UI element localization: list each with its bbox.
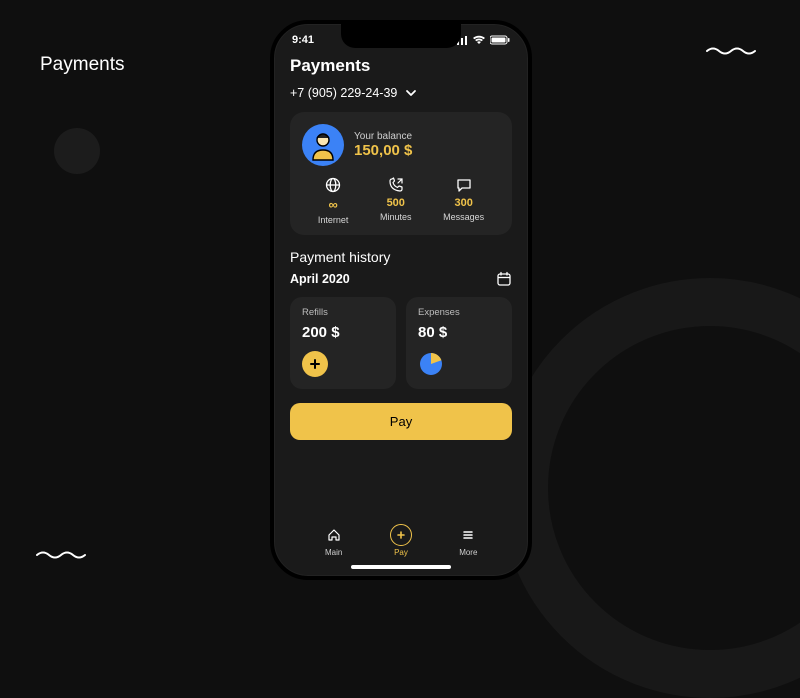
- usage-minutes-label: Minutes: [380, 212, 412, 222]
- pie-chart-icon: [418, 351, 444, 377]
- home-indicator: [351, 565, 451, 569]
- chevron-down-icon: [405, 89, 417, 97]
- tab-more-label: More: [459, 548, 477, 557]
- plus-icon: [302, 351, 328, 377]
- decor-circle: [54, 128, 100, 174]
- chat-icon: [456, 177, 472, 193]
- usage-messages-value: 300: [454, 197, 472, 209]
- home-icon: [327, 528, 341, 542]
- usage-internet-label: Internet: [318, 215, 349, 225]
- decor-squiggle-icon: [36, 550, 88, 560]
- calendar-icon[interactable]: [496, 271, 512, 287]
- tab-main[interactable]: Main: [323, 524, 345, 557]
- decor-squiggle-icon: [706, 46, 758, 56]
- screen-title: Payments: [290, 56, 512, 76]
- avatar: [302, 124, 344, 166]
- plus-circle-icon: [395, 529, 407, 541]
- refills-value: 200 $: [302, 324, 384, 341]
- phone-number-selector[interactable]: +7 (905) 229-24-39: [290, 86, 512, 100]
- wifi-icon: [472, 35, 486, 45]
- tab-main-label: Main: [325, 548, 342, 557]
- phone-out-icon: [388, 177, 404, 193]
- usage-messages: 300 Messages: [443, 176, 484, 225]
- usage-minutes-value: 500: [387, 197, 405, 209]
- phone-frame: 9:41 Payments +7 (905) 229-24-39 Your ba…: [270, 20, 532, 580]
- balance-card: Your balance 150,00 $ ∞ Internet 500 Min…: [290, 112, 512, 235]
- usage-internet: ∞ Internet: [318, 176, 349, 225]
- menu-icon: [461, 528, 475, 542]
- history-title: Payment history: [290, 249, 512, 265]
- usage-internet-value: ∞: [328, 197, 337, 212]
- tab-pay-label: Pay: [394, 548, 408, 557]
- status-time: 9:41: [292, 34, 314, 46]
- battery-icon: [490, 35, 510, 45]
- refills-label: Refills: [302, 307, 384, 318]
- usage-messages-label: Messages: [443, 212, 484, 222]
- phone-number: +7 (905) 229-24-39: [290, 86, 397, 100]
- globe-icon: [325, 177, 341, 193]
- expenses-label: Expenses: [418, 307, 500, 318]
- pay-button[interactable]: Pay: [290, 403, 512, 440]
- expenses-card[interactable]: Expenses 80 $: [406, 297, 512, 389]
- page-title: Payments: [40, 54, 124, 76]
- refills-card[interactable]: Refills 200 $: [290, 297, 396, 389]
- expenses-value: 80 $: [418, 324, 500, 341]
- history-month: April 2020: [290, 272, 350, 286]
- usage-minutes: 500 Minutes: [380, 176, 412, 225]
- tab-bar: Main Pay More: [274, 514, 528, 561]
- tab-pay[interactable]: Pay: [390, 524, 412, 557]
- tab-more[interactable]: More: [457, 524, 479, 557]
- decor-ring: [500, 278, 800, 698]
- avatar-icon: [306, 128, 340, 162]
- phone-notch: [341, 24, 461, 48]
- balance-label: Your balance: [354, 131, 412, 142]
- balance-amount: 150,00 $: [354, 142, 412, 159]
